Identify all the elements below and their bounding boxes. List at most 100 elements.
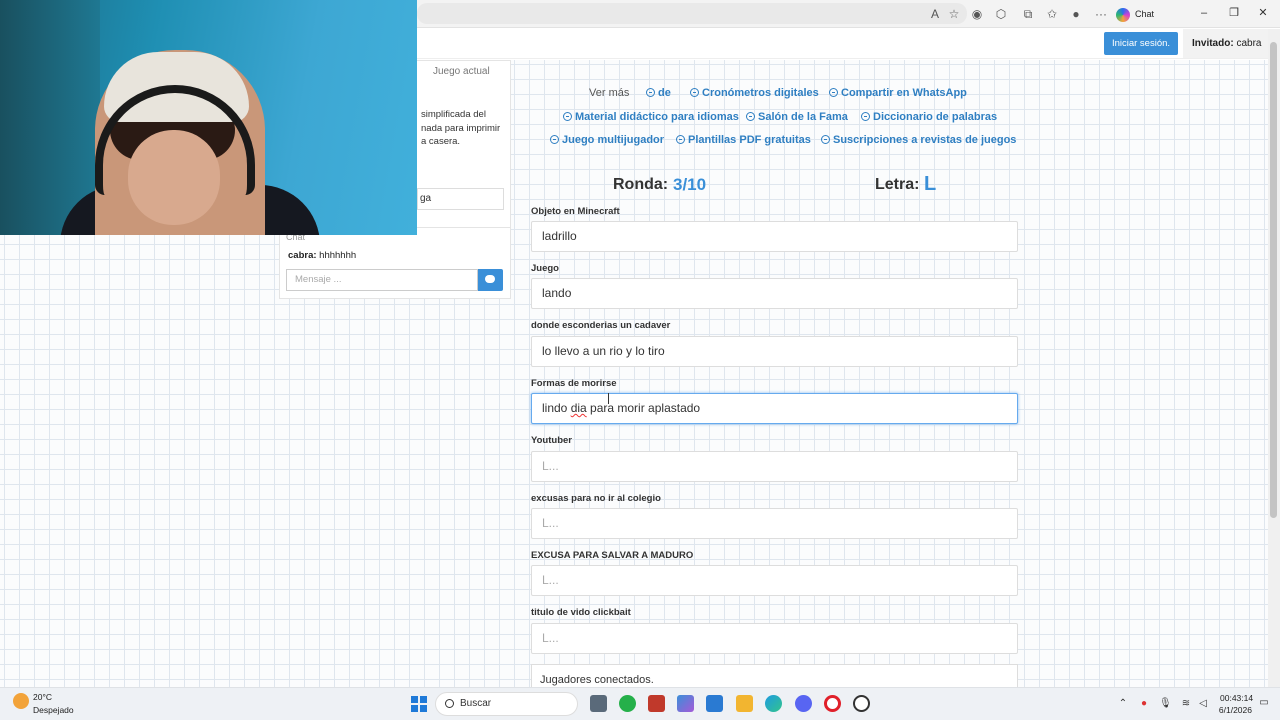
- clock-time[interactable]: 00:43:14: [1220, 693, 1253, 703]
- field-label: Objeto en Minecraft: [531, 206, 620, 217]
- text-cursor-icon: [608, 393, 609, 404]
- tray-app-icon[interactable]: ●: [1138, 698, 1150, 710]
- chat-message: cabra: hhhhhhh: [288, 250, 356, 261]
- tag-link[interactable]: Compartir en WhatsApp: [829, 87, 967, 99]
- extensions-icon[interactable]: ⬡: [993, 6, 1009, 22]
- plus-circle-icon: [746, 112, 755, 121]
- tag-label: Diccionario de palabras: [873, 111, 998, 123]
- discord-icon[interactable]: [795, 695, 812, 712]
- edge-browser-icon[interactable]: [765, 695, 782, 712]
- tag-link[interactable]: Suscripciones a revistas de juegos: [821, 134, 1016, 146]
- app-icon[interactable]: [853, 695, 870, 712]
- weather-sun-icon[interactable]: [13, 693, 29, 709]
- login-button[interactable]: Iniciar sesión.: [1104, 32, 1178, 55]
- microphone-icon[interactable]: 🎙: [1159, 698, 1172, 710]
- favorite-star-icon[interactable]: ☆: [946, 6, 962, 22]
- plus-circle-icon: [861, 112, 870, 121]
- minimize-icon[interactable]: –: [1197, 6, 1211, 20]
- file-explorer-icon[interactable]: [736, 695, 753, 712]
- tag-link[interactable]: de: [646, 87, 671, 99]
- clock-date[interactable]: 6/1/2026: [1214, 705, 1252, 715]
- letter-label: Letra:: [875, 176, 920, 193]
- plus-circle-icon: [690, 88, 699, 97]
- scrollbar-thumb[interactable]: [1270, 42, 1277, 518]
- plus-circle-icon: [829, 88, 838, 97]
- copilot-icon: [1116, 7, 1130, 22]
- close-icon[interactable]: ✕: [1256, 6, 1270, 20]
- favorites-icon[interactable]: ✩: [1044, 6, 1060, 22]
- more-icon[interactable]: ···: [1093, 6, 1109, 22]
- volume-icon[interactable]: ◁: [1197, 698, 1209, 710]
- answer-input[interactable]: L...: [531, 623, 1018, 654]
- answer-input[interactable]: L...: [531, 451, 1018, 482]
- answer-text: lindo: [542, 401, 571, 415]
- round-label: Ronda:: [613, 176, 669, 193]
- show-hidden-icons-icon[interactable]: ⌃: [1117, 698, 1129, 710]
- chat-message-user: cabra:: [288, 250, 317, 261]
- send-message-button[interactable]: [478, 269, 503, 291]
- tag-link[interactable]: Cronómetros digitales: [690, 87, 819, 99]
- tag-label: Cronómetros digitales: [702, 87, 819, 99]
- plus-circle-icon: [563, 112, 572, 121]
- plus-circle-icon: [646, 88, 655, 97]
- field-label: Youtuber: [531, 435, 572, 446]
- players-connected: Jugadores conectados.: [531, 664, 1018, 687]
- app-icon[interactable]: [648, 695, 665, 712]
- field-label: excusas para no ir al colegio: [531, 493, 661, 504]
- answer-input-active[interactable]: lindo dia para morir aplastado: [531, 393, 1018, 424]
- message-input[interactable]: Mensaje ...: [286, 269, 478, 291]
- tag-link[interactable]: Diccionario de palabras: [861, 111, 997, 123]
- chat-message-text: hhhhhhh: [319, 250, 357, 261]
- copilot-icon[interactable]: [677, 695, 694, 712]
- whatsapp-icon[interactable]: [619, 695, 636, 712]
- webcam-overlay: [0, 0, 417, 235]
- field-label: Formas de morirse: [531, 378, 617, 389]
- store-icon[interactable]: [706, 695, 723, 712]
- tag-link[interactable]: Salón de la Fama: [746, 111, 848, 123]
- notifications-icon[interactable]: ▭: [1258, 697, 1270, 709]
- wifi-icon[interactable]: ≋: [1180, 698, 1192, 710]
- task-view-icon[interactable]: [590, 695, 607, 712]
- profile-icon[interactable]: ●: [1068, 6, 1084, 22]
- tag-label: de: [658, 87, 671, 99]
- guest-prefix: Invitado:: [1192, 38, 1234, 49]
- collections-icon[interactable]: ⧉: [1020, 6, 1036, 22]
- game-description: simplificada del nada para imprimir a ca…: [421, 109, 501, 147]
- tag-label: Salón de la Fama: [758, 111, 848, 123]
- answer-input[interactable]: lo llevo a un rio y lo tiro: [531, 336, 1018, 367]
- answer-input[interactable]: L...: [531, 508, 1018, 539]
- field-label: Juego: [531, 263, 559, 274]
- tag-link[interactable]: Juego multijugador: [550, 134, 664, 146]
- tag-link[interactable]: Material didáctico para idiomas: [563, 111, 739, 123]
- address-bar[interactable]: [417, 3, 967, 24]
- taskbar-search[interactable]: Buscar: [435, 692, 578, 716]
- copilot-chat-button[interactable]: Chat: [1116, 5, 1154, 23]
- answer-input[interactable]: ladrillo: [531, 221, 1018, 252]
- tab-current-game[interactable]: Juego actual: [433, 66, 490, 77]
- tag-label: Material didáctico para idiomas: [575, 111, 739, 123]
- extension-icon[interactable]: ◉: [969, 6, 985, 22]
- answer-text: para morir aplastado: [586, 401, 701, 415]
- share-field[interactable]: ga: [417, 188, 504, 210]
- opera-icon[interactable]: [824, 695, 841, 712]
- tag-label: Compartir en WhatsApp: [841, 87, 967, 99]
- plus-circle-icon: [676, 135, 685, 144]
- weather-temperature[interactable]: 20°C: [33, 692, 52, 702]
- weather-description[interactable]: Despejado: [33, 705, 74, 715]
- tag-label: Juego multijugador: [562, 134, 665, 146]
- guest-label: Invitado: cabra: [1183, 29, 1268, 58]
- tag-label: Suscripciones a revistas de juegos: [833, 134, 1017, 146]
- field-label: donde esconderias un cadaver: [531, 320, 671, 331]
- chat-button-label: Chat: [1135, 9, 1155, 19]
- letter-value: L: [924, 173, 937, 195]
- read-aloud-icon[interactable]: A: [927, 6, 943, 22]
- tag-label: Plantillas PDF gratuitas: [688, 134, 811, 146]
- tag-link[interactable]: Plantillas PDF gratuitas: [676, 134, 811, 146]
- guest-name: cabra: [1236, 38, 1262, 49]
- round-value: 3/10: [673, 175, 707, 194]
- start-button[interactable]: [411, 696, 427, 712]
- answer-input[interactable]: L...: [531, 565, 1018, 596]
- restore-icon[interactable]: ❐: [1227, 6, 1241, 20]
- answer-input[interactable]: lando: [531, 278, 1018, 309]
- taskbar: [0, 687, 1280, 720]
